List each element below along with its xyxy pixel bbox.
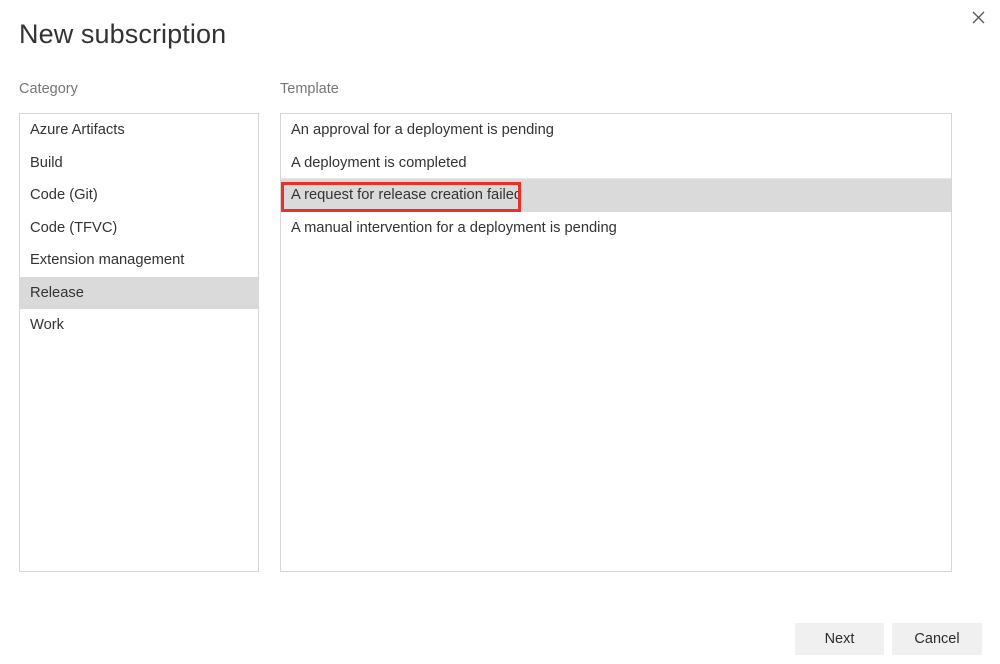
close-button[interactable] <box>961 2 995 32</box>
template-item-approval-pending[interactable]: An approval for a deployment is pending <box>281 114 951 147</box>
category-item-release[interactable]: Release <box>20 277 258 310</box>
footer-actions: Next Cancel <box>0 623 1000 656</box>
next-button[interactable]: Next <box>795 623 884 655</box>
cancel-button[interactable]: Cancel <box>892 623 982 655</box>
category-item-azure-artifacts[interactable]: Azure Artifacts <box>20 114 258 147</box>
category-item-work[interactable]: Work <box>20 309 258 342</box>
category-label: Category <box>19 80 78 98</box>
category-listbox[interactable]: Azure Artifacts Build Code (Git) Code (T… <box>19 113 259 572</box>
close-icon <box>972 11 985 24</box>
category-item-code-tfvc[interactable]: Code (TFVC) <box>20 212 258 245</box>
category-item-build[interactable]: Build <box>20 147 258 180</box>
category-list: Azure Artifacts Build Code (Git) Code (T… <box>20 114 258 342</box>
template-list: An approval for a deployment is pending … <box>281 114 951 244</box>
template-item-release-creation-failed[interactable]: A request for release creation failed <box>281 179 951 212</box>
template-listbox[interactable]: An approval for a deployment is pending … <box>280 113 952 572</box>
category-item-code-git[interactable]: Code (Git) <box>20 179 258 212</box>
template-item-manual-intervention-pending[interactable]: A manual intervention for a deployment i… <box>281 212 951 245</box>
template-label: Template <box>280 80 339 98</box>
page-title: New subscription <box>19 17 226 51</box>
category-item-extension-management[interactable]: Extension management <box>20 244 258 277</box>
template-item-deployment-completed[interactable]: A deployment is completed <box>281 147 951 180</box>
